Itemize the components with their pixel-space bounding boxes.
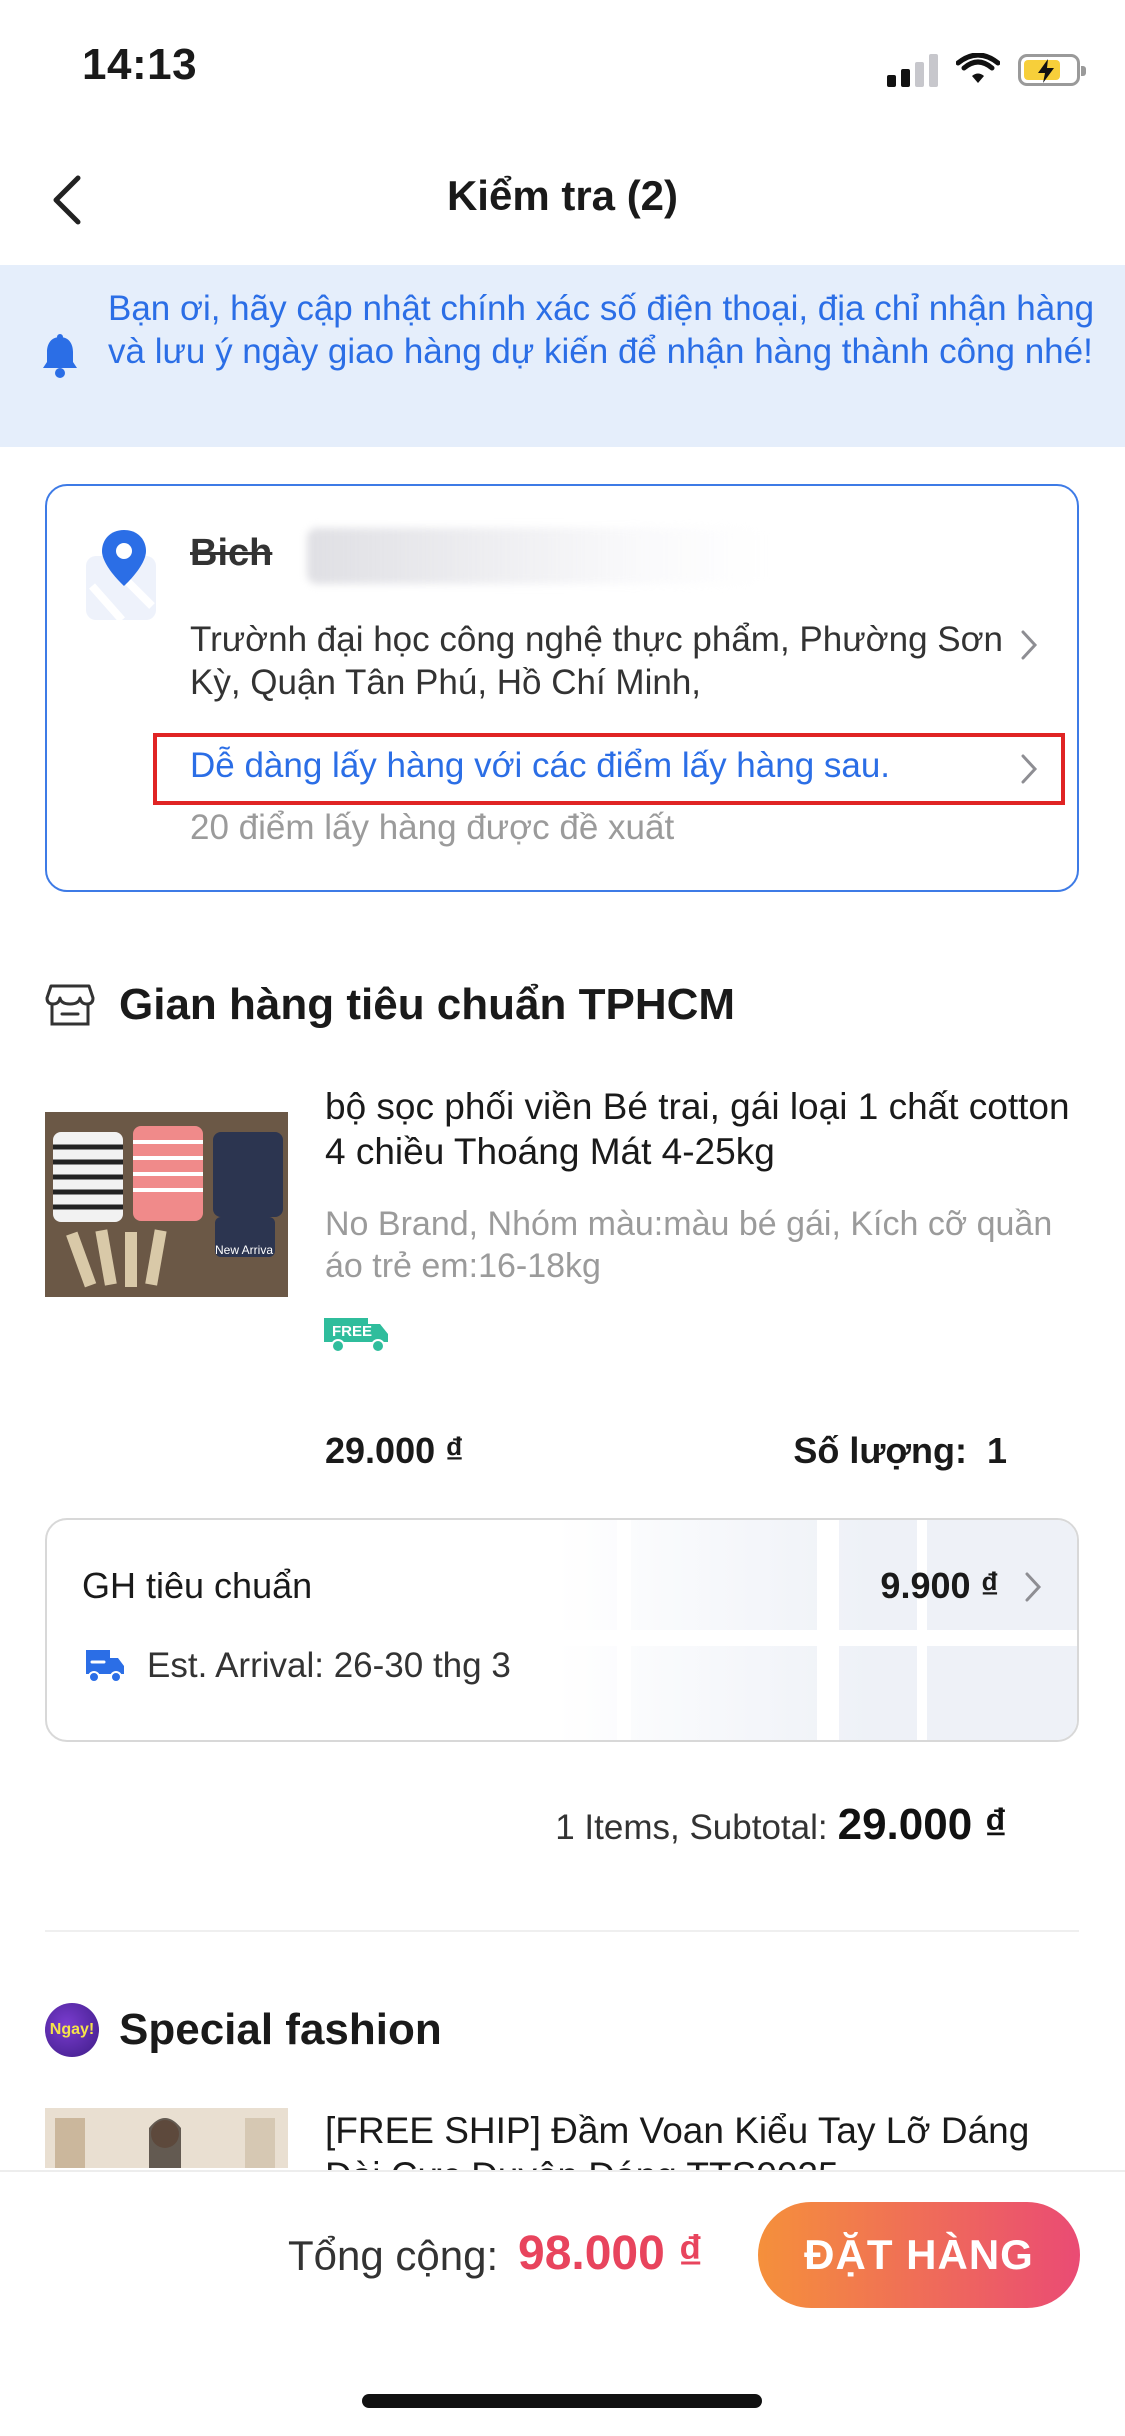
free-shipping-badge: FREE — [322, 1312, 392, 1361]
location-pin-icon — [86, 530, 156, 623]
store-name[interactable]: Special fashion — [119, 2005, 442, 2055]
map-background — [557, 1520, 1077, 1740]
page-title: Kiểm tra (2) — [446, 172, 679, 219]
quantity-label: Số lượng: — [793, 1430, 967, 1471]
nav-bar: Kiểm tra (2) — [0, 140, 1125, 265]
bell-icon — [43, 334, 77, 378]
svg-text:FREE: FREE — [332, 1323, 372, 1340]
checkout-page: 14:13 Kiểm tra (2) Bạn ơi, hãy cập nhật … — [0, 0, 1125, 2436]
store-header: Gian hàng tiêu chuẩn TPHCM — [45, 975, 735, 1035]
shipping-option-card[interactable]: GH tiêu chuẩn 9.900 ₫ Est. Arrival: 26-3… — [45, 1518, 1079, 1742]
redacted-name-blur — [307, 528, 767, 584]
quantity-value: 1 — [986, 1430, 1007, 1471]
store-logo: Ngay! — [45, 2003, 99, 2057]
chevron-right-icon[interactable] — [1019, 750, 1041, 788]
subtotal-label: 1 Items, Subtotal: — [555, 1808, 828, 1847]
place-order-button[interactable]: ĐẶT HÀNG — [758, 2202, 1080, 2308]
status-icons — [887, 50, 1086, 90]
free-shipping-truck-icon: FREE — [324, 1318, 388, 1353]
total-label: Tổng cộng: — [288, 2232, 499, 2279]
pickup-points-link[interactable]: Dễ dàng lấy hàng với các điểm lấy hàng s… — [190, 746, 890, 786]
chevron-right-icon[interactable] — [1019, 626, 1041, 664]
product-image[interactable]: New Arriva — [45, 1112, 288, 1297]
cellular-signal-icon — [887, 53, 938, 87]
address-card[interactable]: Bich Trườnh đại học công nghệ thực phẩm,… — [45, 484, 1079, 892]
pickup-points-count: 20 điểm lấy hàng được đề xuất — [190, 808, 675, 847]
status-time: 14:13 — [82, 40, 198, 89]
product-price: 29.000 ₫ — [325, 1430, 464, 1471]
estimated-arrival: Est. Arrival: 26-30 thg 3 — [147, 1646, 511, 1685]
section-divider — [45, 1930, 1079, 1932]
store-name[interactable]: Gian hàng tiêu chuẩn TPHCM — [119, 980, 735, 1030]
quantity: Số lượng: 1 — [793, 1430, 1007, 1472]
battery-icon — [1018, 54, 1086, 86]
store-header: Ngay! Special fashion — [45, 2000, 442, 2060]
status-bar: 14:13 — [0, 0, 1125, 140]
subtotal: 1 Items, Subtotal: 29.000 ₫ — [555, 1800, 1007, 1850]
product-image[interactable] — [45, 2108, 288, 2168]
shipping-method: GH tiêu chuẩn — [82, 1565, 313, 1606]
wifi-icon — [956, 53, 1000, 83]
svg-text:New Arriva: New Arriva — [215, 1243, 273, 1257]
recipient-name: Bich — [190, 532, 273, 574]
home-indicator[interactable] — [362, 2394, 762, 2408]
chevron-right-icon[interactable] — [1023, 1568, 1045, 1606]
total-value: 98.000 ₫ — [518, 2227, 703, 2280]
notice-text: Bạn ơi, hãy cập nhật chính xác số điện t… — [108, 289, 1095, 371]
subtotal-value: 29.000 ₫ — [837, 1800, 1007, 1849]
product-variant: No Brand, Nhóm màu:màu bé gái, Kích cỡ q… — [325, 1205, 1053, 1285]
checkout-bottom-bar: Tổng cộng: 98.000 ₫ ĐẶT HÀNG — [0, 2170, 1125, 2436]
store-icon — [45, 984, 95, 1026]
shipping-price: 9.900 ₫ — [880, 1565, 999, 1606]
delivery-truck-icon — [86, 1650, 124, 1683]
notice-banner: Bạn ơi, hãy cập nhật chính xác số điện t… — [0, 265, 1125, 447]
product-title[interactable]: bộ sọc phối viền Bé trai, gái loại 1 chấ… — [325, 1084, 1085, 1174]
address-line: Trườnh đại học công nghệ thực phẩm, Phườ… — [190, 620, 1004, 702]
